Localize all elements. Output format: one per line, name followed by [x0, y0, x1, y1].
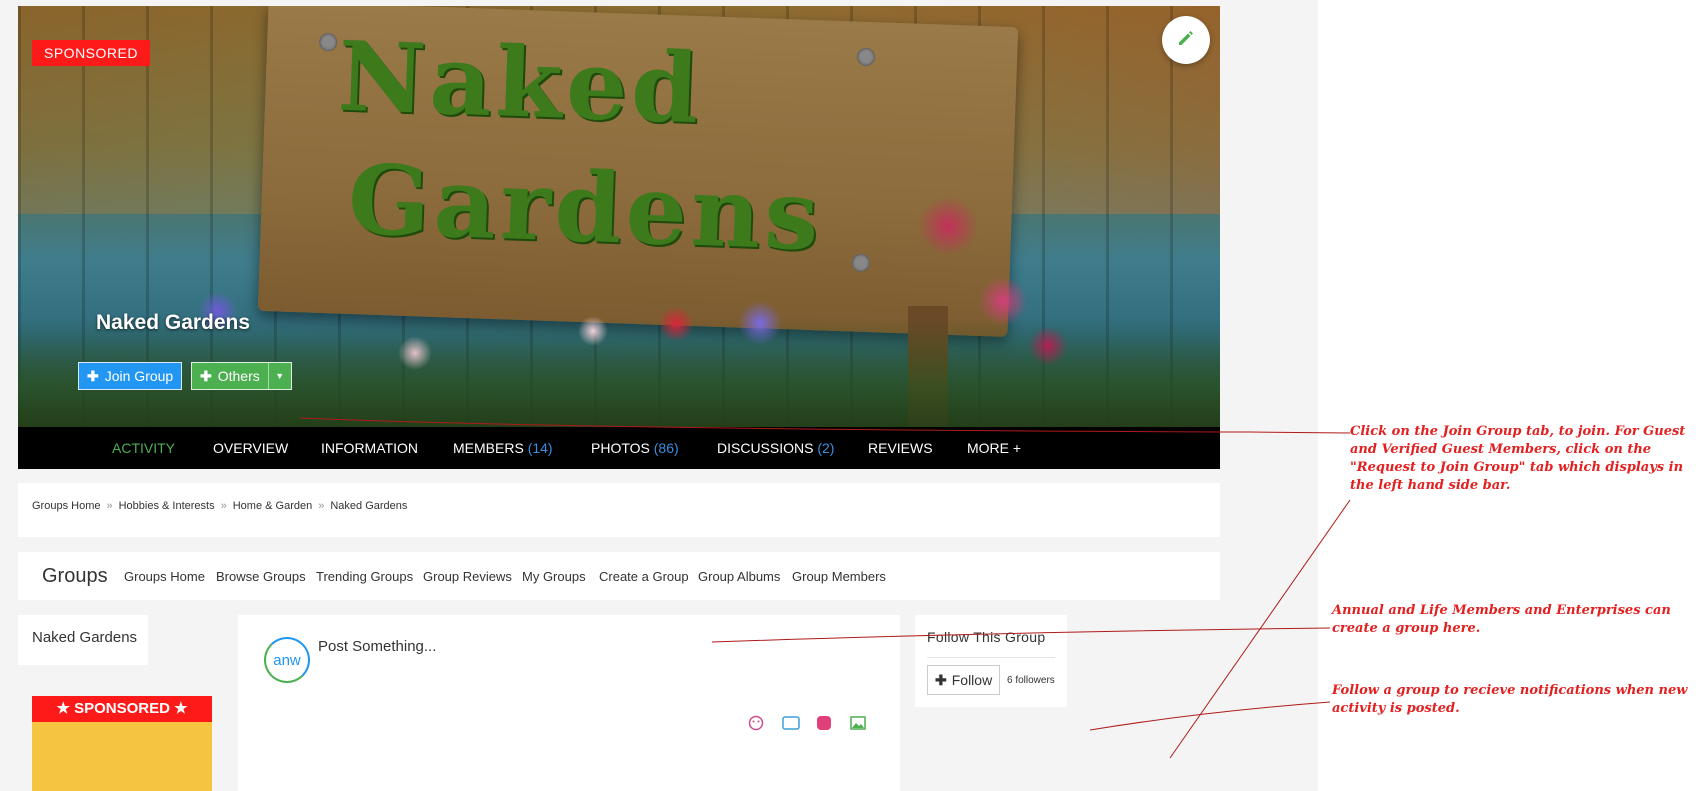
annotation-lines	[299, 417, 1351, 759]
annotation-follow: Follow a group to recieve notifications …	[1332, 683, 1688, 716]
annotation-create: Annual and Life Members and Enterprises …	[1332, 603, 1671, 636]
annotation-join: Click on the Join Group tab, to join. Fo…	[1350, 424, 1686, 493]
